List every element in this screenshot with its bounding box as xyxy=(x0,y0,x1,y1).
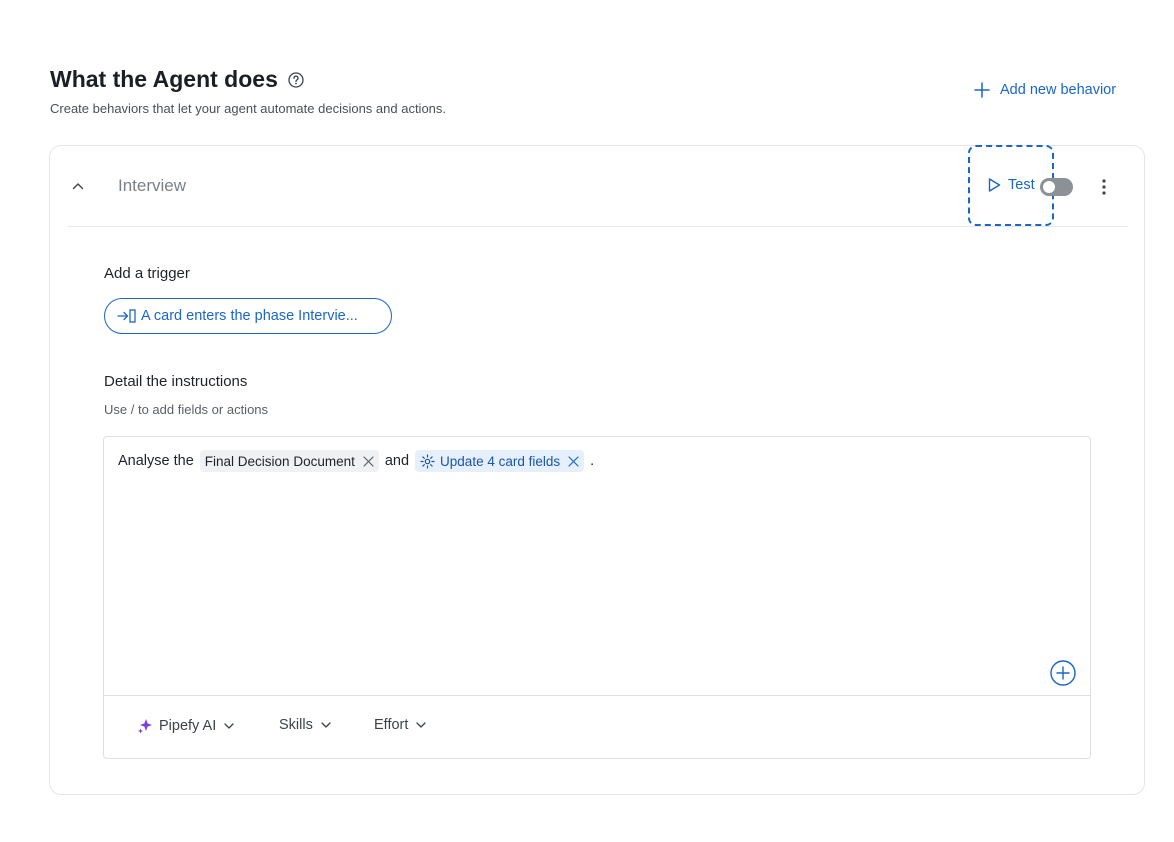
effort-selector[interactable]: Effort xyxy=(374,717,427,733)
field-chip[interactable]: Final Decision Document xyxy=(199,450,379,472)
action-chip[interactable]: Update 4 card fields xyxy=(415,450,585,472)
effort-selector-label: Effort xyxy=(374,717,409,733)
trigger-pill-label: A card enters the phase Intervie... xyxy=(141,308,358,324)
model-selector-label: Pipefy AI xyxy=(159,717,217,734)
test-button[interactable]: Test xyxy=(987,177,1035,193)
chevron-down-icon xyxy=(320,719,332,731)
close-icon[interactable] xyxy=(363,455,374,467)
skills-selector[interactable]: Skills xyxy=(279,717,332,733)
behavior-name[interactable]: Interview xyxy=(118,176,186,196)
instructions-section-label: Detail the instructions xyxy=(104,373,248,390)
instructions-hint: Use / to add fields or actions xyxy=(104,402,269,417)
toggle-knob xyxy=(1043,181,1055,193)
action-chip-label: Update 4 card fields xyxy=(440,453,561,469)
behavior-card-header: Interview Test xyxy=(68,145,1128,227)
page-subtitle: Create behaviors that let your agent aut… xyxy=(50,101,447,116)
gear-icon xyxy=(420,453,435,469)
behavior-enabled-toggle[interactable] xyxy=(1040,178,1073,196)
plus-circle-icon[interactable] xyxy=(1050,660,1076,686)
help-circle-icon[interactable] xyxy=(288,71,304,88)
test-button-label: Test xyxy=(1008,177,1035,193)
instructions-editor[interactable]: Analyse the Final Decision Document and … xyxy=(103,436,1091,759)
instructions-text-before: Analyse the xyxy=(118,453,194,469)
enter-phase-icon xyxy=(117,308,137,324)
instructions-text-after: . xyxy=(590,453,595,469)
page-title-text: What the Agent does xyxy=(50,66,278,92)
trigger-section-label: Add a trigger xyxy=(104,265,190,282)
play-icon xyxy=(987,177,1002,193)
sparkle-icon xyxy=(137,717,154,734)
chevron-down-icon xyxy=(415,719,427,731)
add-new-behavior-button[interactable]: Add new behavior xyxy=(973,81,1116,99)
more-vertical-icon[interactable] xyxy=(1095,177,1113,197)
page-title: What the Agent does xyxy=(50,66,304,93)
add-new-behavior-label: Add new behavior xyxy=(1000,82,1117,98)
chevron-down-icon xyxy=(223,720,235,732)
trigger-pill[interactable]: A card enters the phase Intervie... xyxy=(104,298,392,334)
editor-footer: Pipefy AI Skills Effort xyxy=(104,695,1090,758)
instructions-content[interactable]: Analyse the Final Decision Document and … xyxy=(118,450,594,472)
plus-icon xyxy=(973,81,991,99)
instructions-text-middle: and xyxy=(384,453,410,469)
chevron-up-icon[interactable] xyxy=(70,178,86,194)
field-chip-label: Final Decision Document xyxy=(204,453,355,469)
behavior-card: Interview Test Add a trigger A card ente… xyxy=(49,145,1145,795)
model-selector[interactable]: Pipefy AI xyxy=(137,717,235,734)
close-icon[interactable] xyxy=(568,455,579,467)
skills-selector-label: Skills xyxy=(279,717,313,733)
